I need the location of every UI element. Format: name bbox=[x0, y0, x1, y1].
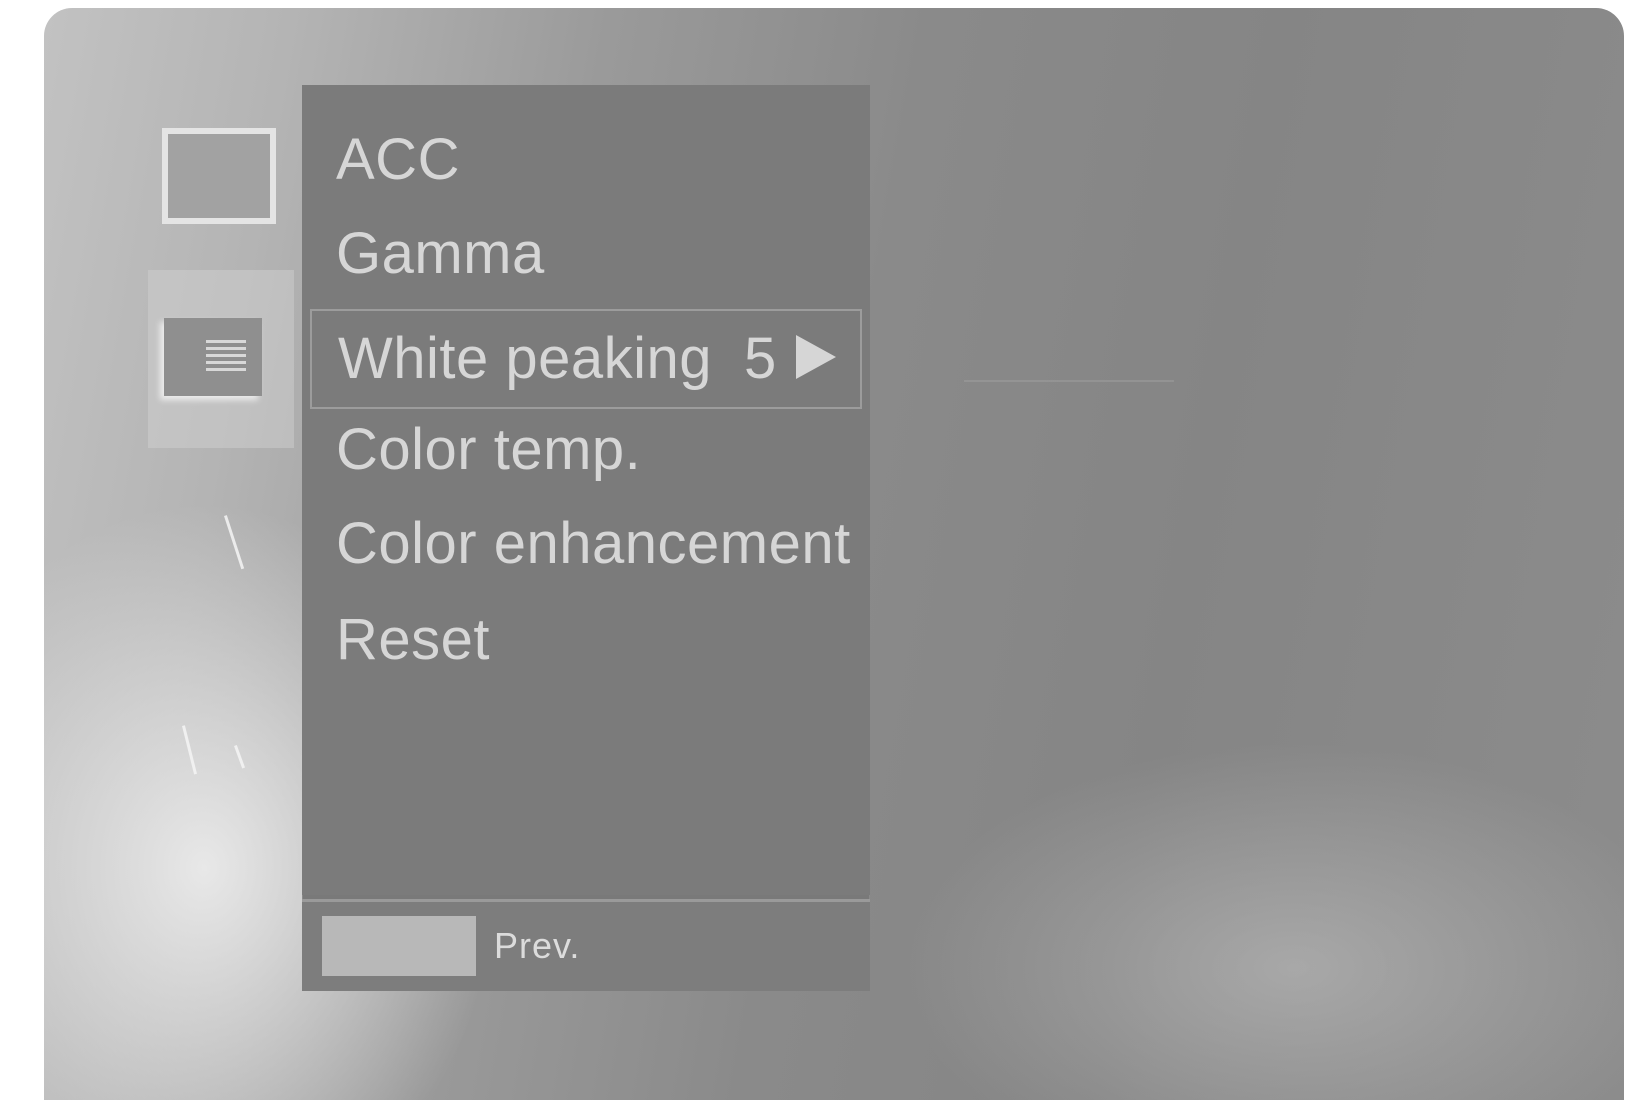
menu-item-label: Gamma bbox=[336, 221, 545, 286]
picture-menu-tab[interactable] bbox=[148, 270, 294, 448]
white-peaking-value: 5 bbox=[744, 326, 777, 391]
picture-menu-icon bbox=[164, 318, 262, 396]
right-arrow-icon[interactable] bbox=[796, 335, 836, 379]
screen-icon[interactable] bbox=[162, 128, 276, 224]
menu-item-gamma[interactable]: Gamma bbox=[336, 209, 545, 299]
menu-item-label: White peaking bbox=[338, 326, 713, 391]
scratch-mark bbox=[234, 744, 246, 769]
divider-line bbox=[964, 380, 1174, 382]
menu-item-acc[interactable]: ACC bbox=[336, 115, 460, 205]
menu-item-label: Color enhancement bbox=[336, 511, 851, 576]
menu-item-color-enhancement[interactable]: Color enhancement bbox=[336, 499, 851, 589]
menu-item-label: Color temp. bbox=[336, 417, 642, 482]
menu-item-white-peaking[interactable]: White peaking 5 bbox=[310, 309, 862, 409]
menu-item-label: Reset bbox=[336, 607, 491, 672]
menu-item-reset[interactable]: Reset bbox=[336, 595, 490, 685]
menu-list: ACC Gamma White peaking 5 Color temp. Co… bbox=[302, 85, 870, 895]
menu-footer: Prev. bbox=[302, 899, 870, 991]
menu-item-color-temp[interactable]: Color temp. bbox=[336, 405, 641, 495]
prev-button[interactable] bbox=[322, 916, 476, 976]
list-lines-icon bbox=[206, 340, 246, 374]
prev-label: Prev. bbox=[494, 925, 581, 966]
scratch-mark bbox=[224, 515, 245, 570]
scratch-mark bbox=[182, 725, 198, 775]
menu-panel: ACC Gamma White peaking 5 Color temp. Co… bbox=[302, 85, 870, 991]
menu-item-label: ACC bbox=[336, 127, 460, 192]
tv-screen: ACC Gamma White peaking 5 Color temp. Co… bbox=[44, 8, 1624, 1100]
